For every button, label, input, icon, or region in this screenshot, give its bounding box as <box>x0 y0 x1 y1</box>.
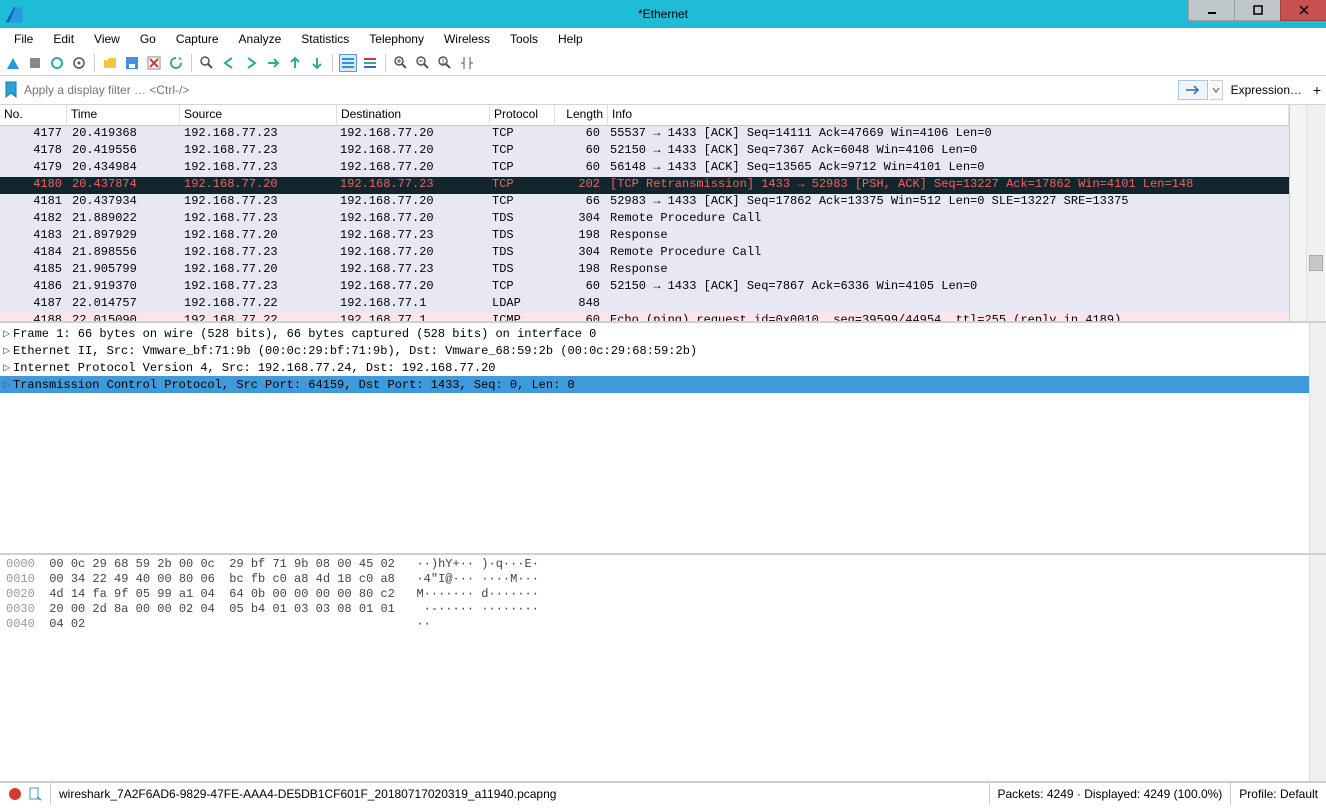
expert-info-icon[interactable] <box>8 787 22 801</box>
resize-columns-icon[interactable] <box>458 54 476 72</box>
table-row[interactable]: 418120.437934192.168.77.23192.168.77.20T… <box>0 194 1289 211</box>
menu-help[interactable]: Help <box>548 30 593 48</box>
open-file-icon[interactable] <box>101 54 119 72</box>
separator <box>385 54 386 72</box>
capture-file-properties-icon[interactable] <box>28 787 42 801</box>
apply-filter-button[interactable] <box>1178 80 1208 100</box>
go-to-packet-icon[interactable] <box>264 54 282 72</box>
packet-bytes-pane[interactable]: 0000 00 0c 29 68 59 2b 00 0c 29 bf 71 9b… <box>0 555 1326 782</box>
table-row[interactable]: 418822.015090192.168.77.22192.168.77.1IC… <box>0 313 1289 321</box>
tree-item[interactable]: ▷Frame 1: 66 bytes on wire (528 bits), 6… <box>0 325 1326 342</box>
intelligent-scrollbar[interactable] <box>1290 105 1307 321</box>
table-row[interactable]: 418221.889022192.168.77.23192.168.77.20T… <box>0 211 1289 228</box>
zoom-reset-icon[interactable]: 1 <box>436 54 454 72</box>
expand-arrow-icon[interactable]: ▷ <box>3 343 13 358</box>
hex-line[interactable]: 0030 20 00 2d 8a 00 00 02 04 05 b4 01 03… <box>6 602 1320 617</box>
menu-tools[interactable]: Tools <box>500 30 548 48</box>
status-file-path: wireshark_7A2F6AD6-9829-47FE-AAA4-DE5DB1… <box>59 787 556 801</box>
expand-arrow-icon[interactable]: ▷ <box>3 360 13 375</box>
column-time[interactable]: Time <box>67 105 180 125</box>
menubar: File Edit View Go Capture Analyze Statis… <box>0 28 1326 51</box>
menu-statistics[interactable]: Statistics <box>291 30 359 48</box>
menu-telephony[interactable]: Telephony <box>359 30 434 48</box>
menu-file[interactable]: File <box>4 30 43 48</box>
zoom-in-icon[interactable] <box>392 54 410 72</box>
column-destination[interactable]: Destination <box>337 105 490 125</box>
toolbar: 1 <box>0 51 1326 76</box>
options-icon[interactable] <box>70 54 88 72</box>
expand-arrow-icon[interactable]: ▷ <box>3 326 13 341</box>
reload-icon[interactable] <box>167 54 185 72</box>
column-source[interactable]: Source <box>180 105 337 125</box>
go-back-icon[interactable] <box>220 54 238 72</box>
maximize-button[interactable] <box>1234 0 1280 21</box>
separator <box>94 54 95 72</box>
column-length[interactable]: Length <box>555 105 608 125</box>
tree-item[interactable]: ▷Transmission Control Protocol, Src Port… <box>0 376 1326 393</box>
expression-button[interactable]: Expression… <box>1225 83 1308 97</box>
table-row[interactable]: 418321.897929192.168.77.20192.168.77.23T… <box>0 228 1289 245</box>
add-filter-button[interactable]: + <box>1310 82 1324 98</box>
status-profile[interactable]: Profile: Default <box>1239 787 1318 801</box>
display-filter-input[interactable] <box>22 80 1174 100</box>
table-row[interactable]: 418722.014757192.168.77.22192.168.77.1LD… <box>0 296 1289 313</box>
zoom-out-icon[interactable] <box>414 54 432 72</box>
table-row[interactable]: 418621.919370192.168.77.23192.168.77.20T… <box>0 279 1289 296</box>
table-row[interactable]: 418020.437874192.168.77.20192.168.77.23T… <box>0 177 1289 194</box>
column-protocol[interactable]: Protocol <box>490 105 555 125</box>
scrollbar[interactable] <box>1307 105 1325 321</box>
restart-capture-icon[interactable] <box>48 54 66 72</box>
filter-bar: Expression… + <box>0 76 1326 105</box>
scrollbar-thumb[interactable] <box>1309 255 1323 271</box>
column-no[interactable]: No. <box>0 105 67 125</box>
table-row[interactable]: 418421.898556192.168.77.23192.168.77.20T… <box>0 245 1289 262</box>
packet-list-sidestrip <box>1289 105 1326 321</box>
titlebar: *Ethernet <box>0 0 1326 28</box>
bytes-scrollbar[interactable] <box>1309 555 1326 781</box>
go-last-icon[interactable] <box>308 54 326 72</box>
packet-list-pane: No. Time Source Destination Protocol Len… <box>0 105 1326 323</box>
close-file-icon[interactable] <box>145 54 163 72</box>
go-first-icon[interactable] <box>286 54 304 72</box>
menu-view[interactable]: View <box>84 30 130 48</box>
packet-list-body[interactable]: 417720.419368192.168.77.23192.168.77.20T… <box>0 126 1289 321</box>
tree-item[interactable]: ▷Internet Protocol Version 4, Src: 192.1… <box>0 359 1326 376</box>
menu-edit[interactable]: Edit <box>43 30 84 48</box>
expand-arrow-icon[interactable]: ▷ <box>3 377 13 392</box>
status-bar: wireshark_7A2F6AD6-9829-47FE-AAA4-DE5DB1… <box>0 782 1326 805</box>
menu-go[interactable]: Go <box>130 30 166 48</box>
details-scrollbar[interactable] <box>1309 323 1326 553</box>
status-packets: Packets: 4249 · Displayed: 4249 (100.0%) <box>998 787 1223 801</box>
separator <box>332 54 333 72</box>
table-row[interactable]: 417820.419556192.168.77.23192.168.77.20T… <box>0 143 1289 160</box>
table-row[interactable]: 417720.419368192.168.77.23192.168.77.20T… <box>0 126 1289 143</box>
hex-line[interactable]: 0020 4d 14 fa 9f 05 99 a1 04 64 0b 00 00… <box>6 587 1320 602</box>
bookmark-icon[interactable] <box>4 81 18 99</box>
packet-list-header[interactable]: No. Time Source Destination Protocol Len… <box>0 105 1289 126</box>
find-icon[interactable] <box>198 54 216 72</box>
start-capture-icon[interactable] <box>4 54 22 72</box>
packet-details-pane[interactable]: ▷Frame 1: 66 bytes on wire (528 bits), 6… <box>0 323 1326 555</box>
separator <box>191 54 192 72</box>
autoscroll-icon[interactable] <box>339 54 357 72</box>
window-title: *Ethernet <box>0 7 1326 21</box>
table-row[interactable]: 418521.905799192.168.77.20192.168.77.23T… <box>0 262 1289 279</box>
table-row[interactable]: 417920.434984192.168.77.23192.168.77.20T… <box>0 160 1289 177</box>
menu-wireless[interactable]: Wireless <box>434 30 500 48</box>
save-file-icon[interactable] <box>123 54 141 72</box>
hex-line[interactable]: 0000 00 0c 29 68 59 2b 00 0c 29 bf 71 9b… <box>6 557 1320 572</box>
filter-history-dropdown[interactable] <box>1210 80 1223 100</box>
stop-capture-icon[interactable] <box>26 54 44 72</box>
close-button[interactable] <box>1280 0 1326 21</box>
go-forward-icon[interactable] <box>242 54 260 72</box>
svg-text:1: 1 <box>441 59 445 66</box>
minimize-button[interactable] <box>1188 0 1234 21</box>
colorize-icon[interactable] <box>361 54 379 72</box>
menu-capture[interactable]: Capture <box>166 30 229 48</box>
menu-analyze[interactable]: Analyze <box>229 30 292 48</box>
tree-item[interactable]: ▷Ethernet II, Src: Vmware_bf:71:9b (00:0… <box>0 342 1326 359</box>
hex-line[interactable]: 0010 00 34 22 49 40 00 80 06 bc fb c0 a8… <box>6 572 1320 587</box>
column-info[interactable]: Info <box>608 105 1289 125</box>
hex-line[interactable]: 0040 04 02 ·· <box>6 617 1320 632</box>
